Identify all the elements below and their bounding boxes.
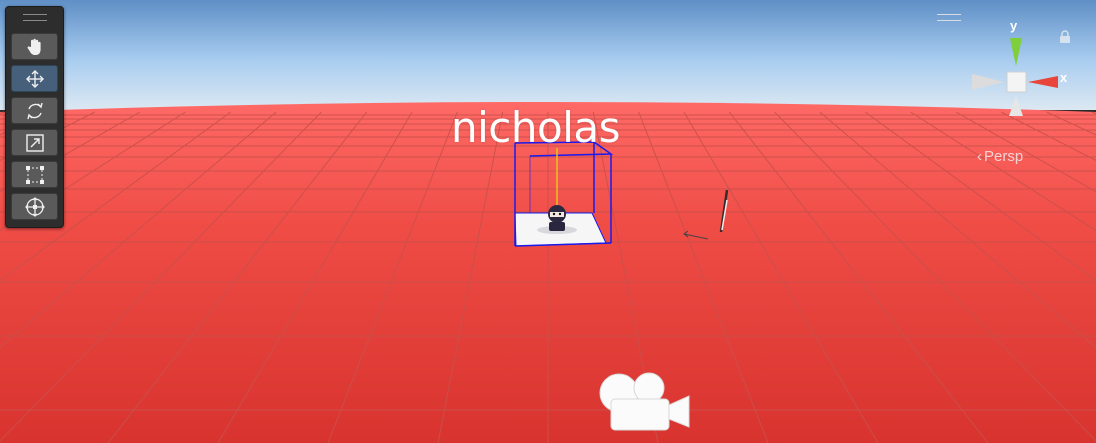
rect-tool-button[interactable]: [11, 161, 58, 188]
projection-toggle[interactable]: ‹ Persp: [977, 148, 1023, 165]
chevron-left-icon: ‹: [977, 148, 982, 165]
transform-tool-button[interactable]: [11, 193, 58, 220]
hand-tool-button[interactable]: [11, 33, 58, 60]
gizmo-x-label: x: [1060, 70, 1068, 85]
hand-icon: [27, 38, 41, 55]
gizmo-x-axis: [1028, 76, 1058, 88]
gizmo-y-axis: [1010, 38, 1022, 66]
orientation-gizmo[interactable]: [968, 34, 1068, 124]
gizmo-neg-x-axis: [972, 74, 1004, 90]
scale-icon: [25, 133, 44, 152]
rotate-icon: [26, 102, 43, 119]
gizmo-drag-handle[interactable]: [937, 14, 961, 21]
gizmo-neg-y-axis: [1009, 96, 1023, 116]
camera-icon[interactable]: [598, 367, 692, 433]
drag-handle[interactable]: [23, 14, 47, 21]
move-icon: [25, 69, 44, 88]
rotate-tool-button[interactable]: [11, 97, 58, 124]
scene-viewport[interactable]: [0, 0, 1096, 443]
tool-palette: [5, 6, 64, 228]
transform-icon: [24, 196, 45, 217]
gizmo-y-label: y: [1010, 18, 1018, 33]
scene-view[interactable]: nicholas y x ‹ Persp: [0, 0, 1096, 443]
gizmo-center-cube: [1006, 71, 1027, 93]
object-name-label: nicholas: [451, 103, 620, 152]
scale-tool-button[interactable]: [11, 129, 58, 156]
projection-label: Persp: [984, 148, 1024, 165]
move-tool-button[interactable]: [11, 65, 58, 92]
rect-transform-icon: [25, 165, 44, 184]
